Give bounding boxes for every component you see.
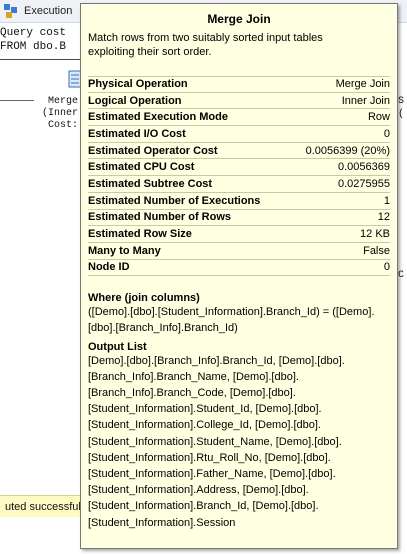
property-label: Estimated Operator Cost: [88, 144, 218, 157]
property-value: 0: [383, 127, 390, 140]
property-row: Node ID 0: [88, 260, 390, 277]
plan-node-merge-join[interactable]: Merge (Inner Cost:: [42, 96, 78, 132]
output-list-heading: Output List: [88, 340, 147, 353]
where-text: ([Demo].[dbo].[Student_Information].Bran…: [88, 306, 375, 335]
query-separator: [0, 59, 90, 60]
property-value: False: [363, 244, 390, 257]
property-row: Estimated Row Size 12 KB: [88, 226, 390, 243]
output-list-text: [Demo].[dbo].[Branch_Info].Branch_Id, [D…: [88, 354, 345, 529]
property-row: Many to Many False: [88, 243, 390, 260]
plan-connector-line: [0, 100, 34, 101]
property-table: Physical Operation Merge Join Logical Ope…: [88, 76, 390, 277]
property-row: Estimated Number of Rows 12: [88, 210, 390, 227]
property-label: Logical Operation: [88, 94, 182, 107]
property-row: Physical Operation Merge Join: [88, 76, 390, 93]
query-line-2: FROM dbo.B: [0, 41, 67, 53]
property-label: Estimated Number of Executions: [88, 194, 261, 207]
property-label: Physical Operation: [88, 78, 188, 91]
property-value: 12 KB: [360, 228, 390, 241]
property-row: Estimated Operator Cost 0.0056399 (20%): [88, 143, 390, 160]
tooltip-description: Match rows from two suitably sorted inpu…: [88, 32, 323, 58]
right-fragment-3: C: [398, 270, 405, 281]
property-label: Estimated I/O Cost: [88, 127, 186, 140]
property-value: 0.0275955: [338, 177, 390, 190]
status-text: uted successful: [5, 501, 81, 513]
property-value: Inner Join: [341, 94, 390, 107]
plan-node-line-1: Merge: [48, 96, 79, 107]
property-label: Estimated CPU Cost: [88, 161, 195, 174]
operator-tooltip: Merge Join Match rows from two suitably …: [80, 3, 398, 549]
property-value: 1: [383, 194, 390, 207]
where-heading: Where (join columns): [88, 292, 200, 305]
tab-label: Execution: [24, 5, 73, 17]
property-label: Estimated Execution Mode: [88, 111, 228, 124]
query-line-1: Query cost: [0, 27, 67, 39]
tab-execution-plan[interactable]: Execution: [4, 2, 72, 20]
property-label: Many to Many: [88, 244, 161, 257]
property-row: Estimated I/O Cost 0: [88, 126, 390, 143]
status-bar: uted successful: [0, 495, 86, 517]
property-label: Estimated Row Size: [88, 228, 192, 241]
property-row: Estimated Subtree Cost 0.0275955: [88, 176, 390, 193]
property-label: Node ID: [88, 261, 130, 274]
execution-plan-icon: [4, 4, 18, 18]
property-row: Estimated Execution Mode Row: [88, 109, 390, 127]
property-label: Estimated Subtree Cost: [88, 177, 213, 190]
property-row: Estimated Number of Executions 1: [88, 193, 390, 210]
property-value: Merge Join: [335, 78, 390, 91]
property-value: 0.0056399 (20%): [305, 144, 390, 157]
property-label: Estimated Number of Rows: [88, 211, 232, 224]
property-row: Estimated CPU Cost 0.0056369: [88, 159, 390, 177]
tooltip-title: Merge Join: [207, 12, 271, 26]
property-value: Row: [367, 111, 390, 124]
plan-node-line-2: (Inner: [42, 108, 79, 119]
right-fragment-1: S: [398, 96, 405, 107]
right-fragment-2: (: [398, 109, 405, 120]
property-row: Logical Operation Inner Join: [88, 93, 390, 110]
property-value: 0.0056369: [338, 161, 390, 174]
query-text: Query cost FROM dbo.B: [0, 26, 66, 54]
property-value: 12: [377, 211, 390, 224]
property-value: 0: [383, 261, 390, 274]
plan-node-line-3: Cost:: [48, 120, 79, 131]
